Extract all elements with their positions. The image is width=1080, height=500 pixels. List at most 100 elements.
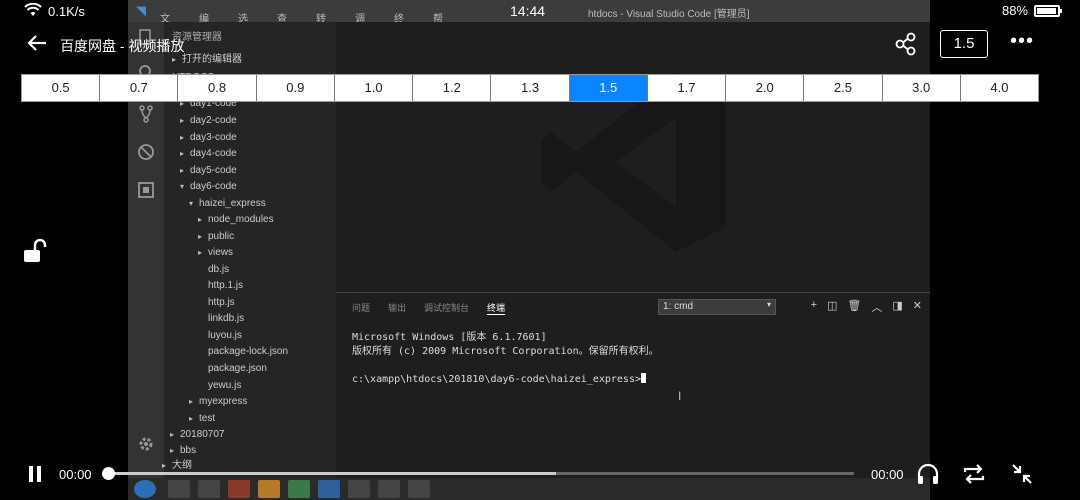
tree-item-label: luyou.js: [208, 330, 242, 341]
tree-item-label: http.js: [208, 297, 235, 308]
text-cursor-icon: I: [678, 389, 682, 403]
tree-item: db.js: [198, 264, 229, 275]
tree-item: package-lock.json: [198, 346, 288, 357]
network-speed: 0.1K/s: [48, 4, 85, 19]
speed-option-1-5[interactable]: 1.5: [569, 75, 648, 101]
playback-speed-button[interactable]: 1.5: [940, 30, 988, 58]
tree-item: ▸ day5-code: [180, 165, 237, 176]
back-arrow-icon[interactable]: [26, 32, 48, 54]
tree-item-label: day3-code: [190, 132, 237, 143]
tree-item: ▸ views: [198, 247, 233, 258]
terminal-line: Microsoft Windows [版本 6.1.7601]: [352, 332, 547, 343]
chevron-down-icon: ▾: [189, 199, 194, 208]
tree-item-label: yewu.js: [208, 380, 242, 391]
tree-item-label: linkdb.js: [208, 313, 245, 324]
speed-option-1-0[interactable]: 1.0: [335, 75, 414, 101]
tree-item: ▸ public: [198, 231, 234, 242]
debug-icon: [138, 144, 154, 160]
tree-item: package.json: [198, 363, 267, 374]
close-icon: ✕: [912, 300, 922, 312]
speed-option-0-8[interactable]: 0.8: [178, 75, 257, 101]
plus-icon: +: [810, 299, 817, 311]
video-title: 百度网盘 - 视频播放: [60, 38, 185, 54]
trash-icon: 🗑: [847, 300, 862, 312]
tree-item: ▸ day2-code: [180, 115, 237, 126]
tree-item-label: myexpress: [199, 396, 248, 407]
tree-item: ▸ day3-code: [180, 132, 237, 143]
tree-item: ▸ bbs: [170, 445, 196, 456]
speed-option-2-5[interactable]: 2.5: [804, 75, 883, 101]
speed-option-3-0[interactable]: 3.0: [883, 75, 961, 101]
chevron-up-icon: ︿: [871, 302, 883, 314]
chevron-right-icon: ▸: [189, 397, 194, 406]
chevron-right-icon: ▸: [170, 446, 175, 455]
chevron-right-icon: ▸: [180, 149, 185, 158]
panel-tab: 问题: [352, 303, 371, 313]
chevron-right-icon: ▸: [198, 215, 203, 224]
chevron-right-icon: ▸: [189, 414, 194, 423]
total-time: 00:00: [871, 467, 904, 482]
tree-item: http.js: [198, 297, 235, 308]
tree-item-label: views: [208, 247, 234, 258]
tree-item: ▸ node_modules: [198, 214, 274, 225]
player-header: 百度网盘 - 视频播放 1.5 •••: [0, 28, 1080, 62]
panel-tabs: 问题 输出 调试控制台 终端: [352, 301, 506, 315]
speed-option-1-7[interactable]: 1.7: [648, 75, 727, 101]
tree-item-label: haizei_express: [199, 198, 266, 209]
tree-item: ▾ haizei_express: [189, 198, 266, 209]
tree-item-label: package.json: [208, 363, 267, 374]
buffer-bar: [108, 472, 556, 475]
tree-item: linkdb.js: [198, 313, 244, 324]
battery-icon: [1034, 4, 1062, 17]
vscode-panel: 问题 输出 调试控制台 终端 1: cmd ▾ + ◫ 🗑 ︿ ◨ ✕ Microsof…: [336, 292, 930, 478]
more-dots-icon[interactable]: •••: [1010, 31, 1034, 54]
exit-fullscreen-icon[interactable]: [1009, 462, 1035, 486]
terminal-output: Microsoft Windows [版本 6.1.7601] 版权所有 (c) …: [352, 331, 659, 387]
chevron-right-icon: ▸: [180, 166, 185, 175]
clock: 14:44: [510, 3, 546, 19]
tree-item-label: package-lock.json: [208, 346, 289, 357]
speed-option-0-5[interactable]: 0.5: [22, 75, 101, 101]
tree-item-label: 20180707: [180, 429, 225, 440]
maximize-icon: ◨: [892, 300, 903, 312]
pause-icon[interactable]: [28, 466, 42, 482]
speed-option-0-7[interactable]: 0.7: [100, 75, 179, 101]
speed-option-2-0[interactable]: 2.0: [726, 75, 805, 101]
tree-item-label: day6-code: [190, 181, 237, 192]
chevron-right-icon: ▸: [180, 133, 185, 142]
tree-item-label: day5-code: [190, 165, 237, 176]
tree-item: yewu.js: [198, 380, 241, 391]
tree-item: ▸ test: [189, 413, 215, 424]
split-icon: ◫: [827, 300, 838, 312]
speed-option-1-2[interactable]: 1.2: [413, 75, 492, 101]
tree-item: ▸ day4-code: [180, 148, 237, 159]
chevron-right-icon: ▸: [198, 248, 203, 257]
tree-item: ▸ 20180707: [170, 429, 225, 440]
tree-item-label: node_modules: [208, 214, 274, 225]
progress-thumb[interactable]: [102, 467, 115, 480]
panel-actions: + ◫ 🗑 ︿ ◨ ✕: [811, 299, 922, 315]
panel-tab: 终端: [487, 303, 506, 315]
share-icon[interactable]: [894, 32, 918, 56]
vscode-editor-area: [336, 22, 930, 292]
speed-option-1-3[interactable]: 1.3: [491, 75, 570, 101]
progress-bar[interactable]: [102, 467, 854, 480]
current-time: 00:00: [59, 467, 92, 482]
loop-icon[interactable]: [961, 462, 987, 486]
extensions-icon: [138, 182, 154, 198]
speed-option-0-9[interactable]: 0.9: [257, 75, 335, 101]
panel-tab: 输出: [388, 303, 407, 313]
headphones-icon[interactable]: [915, 462, 941, 486]
speed-option-4-0[interactable]: 4.0: [961, 75, 1038, 101]
tree-item: http.1.js: [198, 280, 243, 291]
chevron-down-icon: ▾: [180, 182, 185, 191]
chevron-right-icon: ▸: [170, 430, 175, 439]
tree-item-label: db.js: [208, 264, 230, 275]
tree-item-label: public: [208, 231, 235, 242]
source-control-icon: [139, 105, 153, 123]
wifi-icon: [24, 2, 42, 20]
unlock-icon[interactable]: [22, 238, 50, 264]
terminal-line: 版权所有 (c) 2009 Microsoft Corporation。保留所有…: [352, 346, 659, 357]
player-controls: 00:00 00:00: [0, 460, 1080, 490]
